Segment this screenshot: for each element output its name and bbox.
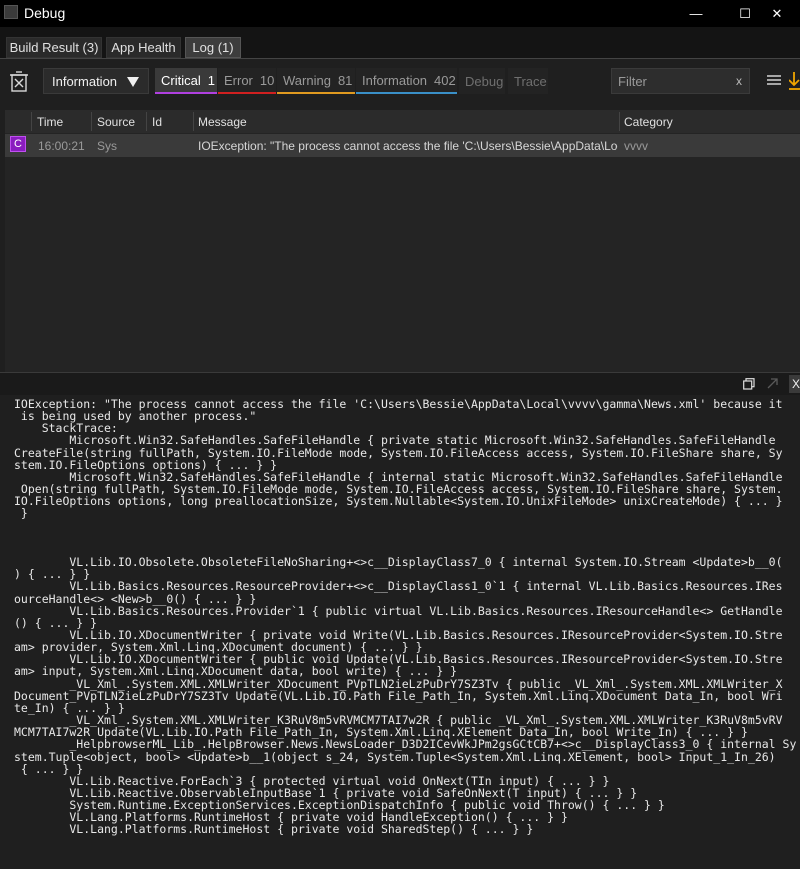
search-box: x: [611, 68, 750, 94]
close-button[interactable]: ✕: [754, 0, 800, 27]
filter-label: Information: [362, 72, 428, 88]
column-time[interactable]: Time: [37, 115, 63, 129]
filter-critical[interactable]: Critical 1: [155, 68, 217, 94]
tab-build-result[interactable]: Build Result (3): [6, 37, 102, 58]
filter-label: Warning: [283, 72, 331, 88]
table-header: Time Source Id Message Category: [5, 110, 800, 133]
column-separator[interactable]: [193, 112, 194, 131]
app-icon: [4, 5, 18, 19]
clear-search-icon[interactable]: x: [736, 74, 742, 88]
column-separator[interactable]: [31, 112, 32, 131]
filter-information[interactable]: Information 402: [356, 68, 457, 94]
title-bar: Debug — ☐ ✕: [0, 0, 800, 27]
cell-category: vvvv: [624, 139, 648, 153]
filter-trace[interactable]: Trace: [508, 68, 548, 94]
tab-strip: Build Result (3) App Health Log (1): [0, 27, 800, 58]
window-title: Debug: [24, 5, 66, 21]
critical-badge: C: [10, 136, 26, 152]
column-id[interactable]: Id: [152, 115, 162, 129]
level-dropdown-value: Information: [52, 74, 118, 89]
exception-details: IOException: "The process cannot access …: [14, 397, 797, 837]
column-separator[interactable]: [91, 112, 92, 131]
tab-app-health[interactable]: App Health: [106, 37, 181, 58]
scroll-to-end-icon[interactable]: [789, 72, 800, 90]
filter-count: 81: [337, 72, 353, 88]
minimize-button[interactable]: —: [673, 0, 719, 27]
log-table: Time Source Id Message Category C 16:00:…: [5, 110, 800, 372]
chevron-down-icon: [127, 77, 139, 87]
table-row[interactable]: C 16:00:21 Sys IOException: "The process…: [5, 134, 800, 157]
tab-log[interactable]: Log (1): [185, 37, 241, 58]
cell-source: Sys: [97, 139, 118, 153]
filter-count: 1: [207, 72, 215, 88]
details-toolbar: X: [0, 372, 800, 395]
trash-icon[interactable]: [10, 71, 28, 93]
open-external-icon[interactable]: [767, 378, 778, 389]
filter-label: Trace: [514, 73, 547, 89]
filter-debug[interactable]: Debug: [459, 68, 505, 94]
filter-count: 10: [259, 72, 275, 88]
close-details-button[interactable]: X: [789, 375, 800, 393]
column-source[interactable]: Source: [97, 115, 135, 129]
filter-count: 402: [434, 72, 456, 88]
cell-time: 16:00:21: [38, 139, 85, 153]
cell-message: IOException: "The process cannot access …: [198, 139, 618, 153]
filter-label: Critical: [161, 72, 201, 88]
filter-warning[interactable]: Warning 81: [277, 68, 355, 94]
filter-label: Debug: [465, 73, 504, 89]
copy-icon[interactable]: [743, 378, 755, 390]
filter-label: Error: [224, 72, 253, 88]
search-input[interactable]: [618, 72, 728, 90]
level-dropdown[interactable]: Information: [43, 68, 149, 94]
column-message[interactable]: Message: [198, 115, 247, 129]
column-separator[interactable]: [619, 112, 620, 131]
filter-error[interactable]: Error 10: [218, 68, 276, 94]
column-separator[interactable]: [146, 112, 147, 131]
list-view-icon[interactable]: [767, 75, 781, 87]
log-toolbar: Information Critical 1 Error 10 Warning …: [0, 58, 800, 109]
column-category[interactable]: Category: [624, 115, 673, 129]
